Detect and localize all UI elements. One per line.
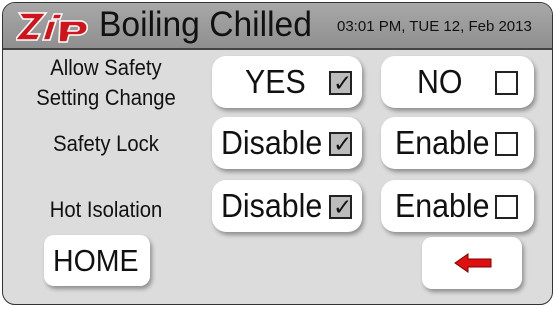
hot-isolation-enable-label: Enable — [395, 187, 490, 224]
hot-isolation-enable-checkbox[interactable] — [495, 195, 518, 219]
allow-safety-yes-checkbox[interactable]: ✓ — [329, 71, 352, 97]
check-mark-icon: ✓ — [333, 71, 353, 97]
check-mark-icon: ✓ — [333, 132, 353, 158]
safety-lock-disable-label: Disable — [221, 124, 323, 161]
safety-lock-enable-button[interactable]: Enable — [381, 117, 534, 169]
safety-lock-enable-label: Enable — [395, 124, 490, 161]
hot-isolation-enable-button[interactable]: Enable — [381, 180, 534, 232]
hot-isolation-disable-label: Disable — [221, 187, 323, 224]
safety-lock-disable-button[interactable]: Disable ✓ — [212, 117, 362, 169]
allow-safety-no-label: NO — [417, 63, 463, 100]
allow-safety-no-checkbox[interactable] — [495, 71, 518, 95]
hot-isolation-label: Hot Isolation — [49, 197, 163, 222]
home-button-label: HOME — [53, 243, 139, 278]
hot-isolation-disable-checkbox[interactable]: ✓ — [329, 195, 352, 221]
safety-lock-label: Safety Lock — [53, 131, 159, 156]
safety-lock-enable-checkbox[interactable] — [495, 132, 518, 156]
allow-safety-label-line1: Allow Safety — [50, 55, 162, 80]
allow-safety-no-button[interactable]: NO — [381, 56, 534, 108]
home-button[interactable]: HOME — [44, 235, 150, 286]
allow-safety-yes-button[interactable]: YES ✓ — [212, 56, 362, 108]
allow-safety-label: Allow Safety Setting Change — [28, 53, 184, 113]
device-screen: Boiling Chilled 03:01 PM, TUE 12, Feb 20… — [2, 2, 553, 305]
check-mark-icon: ✓ — [333, 195, 353, 221]
allow-safety-yes-label: YES — [245, 63, 306, 100]
safety-lock-disable-checkbox[interactable]: ✓ — [329, 132, 352, 158]
page-title: Boiling Chilled — [99, 5, 312, 44]
datetime-display: 03:01 PM, TUE 12, Feb 2013 — [337, 18, 532, 35]
back-button[interactable] — [422, 237, 522, 289]
left-arrow-icon — [454, 253, 492, 273]
allow-safety-label-line2: Setting Change — [36, 85, 176, 110]
zip-logo — [16, 12, 89, 43]
hot-isolation-disable-button[interactable]: Disable ✓ — [212, 180, 362, 232]
header-bar: Boiling Chilled 03:01 PM, TUE 12, Feb 20… — [3, 3, 552, 50]
